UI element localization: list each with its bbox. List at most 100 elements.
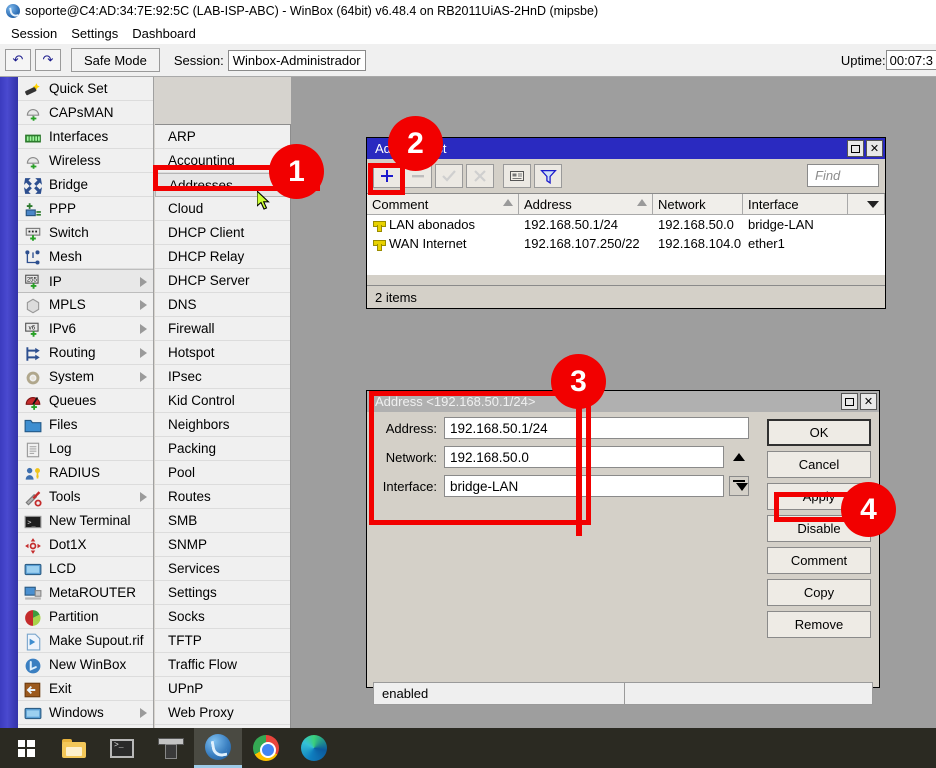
ok-button[interactable]: OK <box>767 419 871 446</box>
spinner-up-icon[interactable] <box>729 447 749 467</box>
table-row[interactable]: LAN abonados192.168.50.1/24192.168.50.0b… <box>367 215 885 234</box>
submenu-item-services[interactable]: Services <box>155 557 290 581</box>
sidebar-item-ipv6[interactable]: v6IPv6 <box>18 317 153 341</box>
sidebar-item-ip[interactable]: 255IP <box>18 269 153 293</box>
sidebar-item-label: PPP <box>49 201 76 216</box>
submenu-item-tftp[interactable]: TFTP <box>155 629 290 653</box>
sidebar-item-tools[interactable]: Tools <box>18 485 153 509</box>
sidebar-item-wireless[interactable]: Wireless <box>18 149 153 173</box>
submenu-item-dns[interactable]: DNS <box>155 293 290 317</box>
close-icon[interactable]: ✕ <box>866 140 883 157</box>
sidebar-item-lcd[interactable]: LCD <box>18 557 153 581</box>
submenu-item-smb[interactable]: SMB <box>155 509 290 533</box>
sidebar-item-log[interactable]: Log <box>18 437 153 461</box>
file-explorer[interactable] <box>50 728 98 768</box>
start-button[interactable] <box>2 728 50 768</box>
column-header-interface[interactable]: Interface <box>743 194 848 215</box>
winbox-logo-icon <box>6 4 20 18</box>
sidebar-item-capsman[interactable]: CAPsMAN <box>18 101 153 125</box>
submenu-item-packing[interactable]: Packing <box>155 437 290 461</box>
sidebar-item-mesh[interactable]: Mesh <box>18 245 153 269</box>
sidebar-item-exit[interactable]: Exit <box>18 677 153 701</box>
sidebar-item-make-supout-rif[interactable]: Make Supout.rif <box>18 629 153 653</box>
submenu-item-neighbors[interactable]: Neighbors <box>155 413 290 437</box>
undo-icon[interactable]: ↶ <box>5 49 31 71</box>
submenu-item-firewall[interactable]: Firewall <box>155 317 290 341</box>
column-header-comment[interactable]: Comment <box>367 194 519 215</box>
sidebar-item-windows[interactable]: Windows <box>18 701 153 725</box>
sidebar-item-label: CAPsMAN <box>49 105 114 120</box>
filter-button[interactable] <box>534 164 562 188</box>
copy-button[interactable]: Copy <box>767 579 871 606</box>
maximize-icon[interactable] <box>841 393 858 410</box>
cell-network: 192.168.104.0 <box>653 234 743 253</box>
sidebar-item-mpls[interactable]: MPLS <box>18 293 153 317</box>
button-label: Disable <box>797 521 840 536</box>
submenu-item-snmp[interactable]: SNMP <box>155 533 290 557</box>
sidebar-item-new-terminal[interactable]: >_New Terminal <box>18 509 153 533</box>
winbox-app[interactable] <box>194 728 242 768</box>
sidebar-item-system[interactable]: System <box>18 365 153 389</box>
submenu-item-traffic-flow[interactable]: Traffic Flow <box>155 653 290 677</box>
submenu-item-pool[interactable]: Pool <box>155 461 290 485</box>
submenu-item-socks[interactable]: Socks <box>155 605 290 629</box>
remote-desktop-app[interactable] <box>146 728 194 768</box>
sidebar-item-label: Files <box>49 417 78 432</box>
highlight-add-button <box>368 163 405 195</box>
edge-app[interactable] <box>290 728 338 768</box>
submenu-item-web-proxy[interactable]: Web Proxy <box>155 701 290 725</box>
remove-button[interactable]: Remove <box>767 611 871 638</box>
submenu-item-ipsec[interactable]: IPsec <box>155 365 290 389</box>
submenu-item-upnp[interactable]: UPnP <box>155 677 290 701</box>
column-header-network[interactable]: Network <box>653 194 743 215</box>
safe-mode-button[interactable]: Safe Mode <box>71 48 160 72</box>
find-input[interactable]: Find <box>807 164 879 187</box>
sidebar-item-label: Dot1X <box>49 537 87 552</box>
chrome-app[interactable] <box>242 728 290 768</box>
sidebar-item-metarouter[interactable]: MetaROUTER <box>18 581 153 605</box>
submenu-item-routes[interactable]: Routes <box>155 485 290 509</box>
submenu-item-label: IPsec <box>168 369 202 384</box>
sidebar-item-switch[interactable]: Switch <box>18 221 153 245</box>
cancel-button[interactable]: Cancel <box>767 451 871 478</box>
sidebar-item-dot1x[interactable]: Dot1X <box>18 533 153 557</box>
sidebar-item-queues[interactable]: Queues <box>18 389 153 413</box>
sidebar-item-partition[interactable]: Partition <box>18 605 153 629</box>
address-list-status: 2 items <box>367 285 885 308</box>
sidebar-item-routing[interactable]: Routing <box>18 341 153 365</box>
button-label: Remove <box>795 617 843 632</box>
sidebar-item-files[interactable]: Files <box>18 413 153 437</box>
comment-button[interactable]: Comment <box>767 547 871 574</box>
address-list-titlebar[interactable]: Address List ✕ <box>367 138 885 159</box>
submenu-item-kid-control[interactable]: Kid Control <box>155 389 290 413</box>
submenu-item-dhcp-relay[interactable]: DHCP Relay <box>155 245 290 269</box>
menu-item-session[interactable]: Session <box>4 25 64 42</box>
submenu-item-hotspot[interactable]: Hotspot <box>155 341 290 365</box>
session-input[interactable]: Winbox-Administrador <box>228 50 366 71</box>
submenu-item-settings[interactable]: Settings <box>155 581 290 605</box>
terminal-app[interactable] <box>98 728 146 768</box>
redo-icon[interactable]: ↷ <box>35 49 61 71</box>
comment-button[interactable] <box>503 164 531 188</box>
sidebar-item-quick-set[interactable]: Quick Set <box>18 77 153 101</box>
table-row[interactable]: WAN Internet192.168.107.250/22192.168.10… <box>367 234 885 253</box>
close-icon[interactable]: ✕ <box>860 393 877 410</box>
spinner-down-icon[interactable] <box>729 476 749 496</box>
menu-item-dashboard[interactable]: Dashboard <box>125 25 203 42</box>
submenu-item-dhcp-client[interactable]: DHCP Client <box>155 221 290 245</box>
sidebar-item-new-winbox[interactable]: New WinBox <box>18 653 153 677</box>
window-title: soporte@C4:AD:34:7E:92:5C (LAB-ISP-ABC) … <box>25 4 598 18</box>
column-header-address[interactable]: Address <box>519 194 653 215</box>
svg-text:v6: v6 <box>29 325 36 331</box>
sidebar-item-bridge[interactable]: Bridge <box>18 173 153 197</box>
submenu-item-arp[interactable]: ARP <box>155 125 290 149</box>
sidebar-item-radius[interactable]: RADIUS <box>18 461 153 485</box>
menu-item-settings[interactable]: Settings <box>64 25 125 42</box>
chevron-down-icon[interactable] <box>867 201 879 208</box>
maximize-icon[interactable] <box>847 140 864 157</box>
sidebar-item-interfaces[interactable]: Interfaces <box>18 125 153 149</box>
windows-icon <box>24 705 42 721</box>
submenu-item-dhcp-server[interactable]: DHCP Server <box>155 269 290 293</box>
address-dialog-status: enabled <box>373 682 873 705</box>
sidebar-item-ppp[interactable]: PPP <box>18 197 153 221</box>
